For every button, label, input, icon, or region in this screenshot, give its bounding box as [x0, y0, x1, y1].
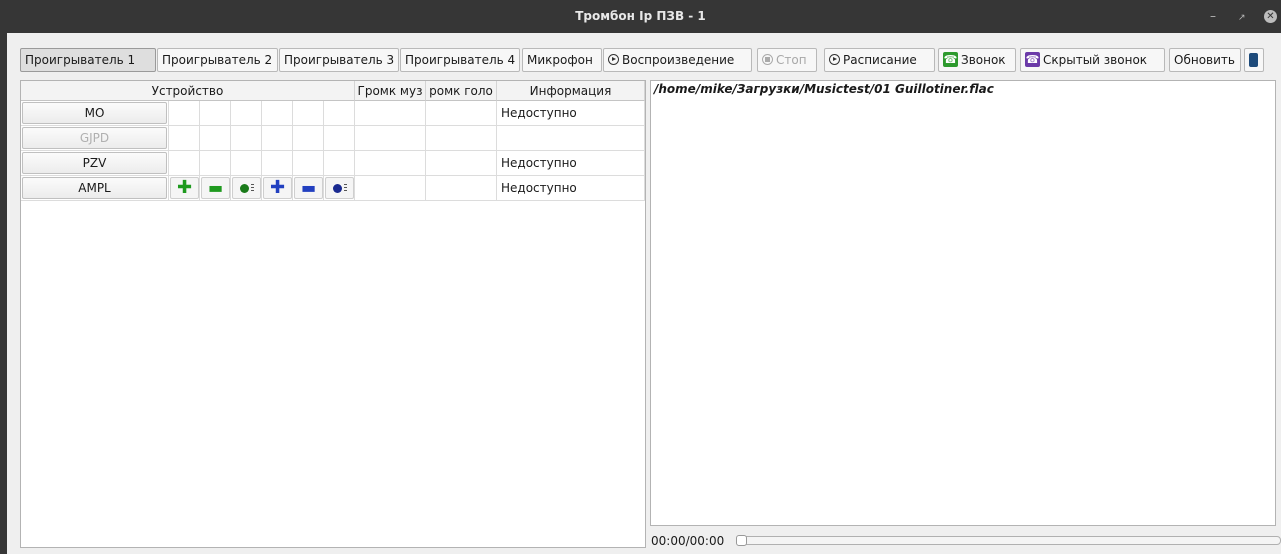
table-row: GJPD — [21, 126, 645, 151]
voice-volume-up-button[interactable]: ✚ — [263, 177, 292, 199]
device-button-gjpd: GJPD — [22, 127, 167, 149]
tab-player-2-label: Проигрыватель 2 — [162, 53, 273, 67]
voice-volume-down-button[interactable]: ▬ — [294, 177, 323, 199]
voice-volume-cell — [426, 151, 497, 175]
playlist-panel[interactable]: /home/mike/Загрузки/Musictest/01 Guillot… — [650, 80, 1276, 526]
tab-player-2[interactable]: Проигрыватель 2 — [157, 48, 278, 72]
column-header-voice-volume[interactable]: ромк голо — [426, 81, 497, 101]
device-button-pzv[interactable]: PZV — [22, 152, 167, 174]
minus-blue-icon: ▬ — [300, 178, 317, 197]
tab-player-4-label: Проигрыватель 4 — [405, 53, 516, 67]
music-level-bars-icon — [251, 184, 254, 193]
voice-volume-cell — [426, 176, 497, 200]
play-circle-icon — [608, 54, 619, 65]
table-row: PZV Недоступно — [21, 151, 645, 176]
plus-green-icon: ✚ — [176, 177, 193, 198]
plus-blue-icon: ✚ — [269, 177, 286, 198]
slider-handle[interactable] — [736, 535, 747, 546]
music-volume-cell — [355, 151, 426, 175]
hidden-phone-icon: ☎ — [1025, 52, 1040, 67]
music-volume-down-button[interactable]: ▬ — [201, 177, 230, 199]
stop-circle-icon — [762, 54, 773, 65]
microphone-label: Микрофон — [527, 53, 593, 67]
minimize-icon[interactable]: – — [1210, 10, 1216, 22]
window-border — [0, 33, 7, 554]
schedule-label: Расписание — [843, 53, 917, 67]
maximize-icon[interactable]: ↗ — [1238, 12, 1246, 24]
tab-player-1-label: Проигрыватель 1 — [25, 53, 136, 67]
call-button[interactable]: ☎ Звонок — [938, 48, 1016, 72]
mobile-phone-icon — [1249, 52, 1258, 67]
close-icon[interactable]: ✕ — [1264, 10, 1277, 23]
music-volume-cell — [355, 126, 426, 150]
tab-player-3-label: Проигрыватель 3 — [284, 53, 395, 67]
playback-progress-slider[interactable] — [736, 535, 1281, 546]
refresh-button[interactable]: Обновить — [1169, 48, 1241, 72]
music-volume-cell — [355, 101, 426, 125]
info-cell: Недоступно — [497, 151, 645, 175]
microphone-button[interactable]: Микрофон — [522, 48, 602, 72]
tab-player-4[interactable]: Проигрыватель 4 — [400, 48, 520, 72]
tab-player-3[interactable]: Проигрыватель 3 — [279, 48, 399, 72]
voice-volume-set-button[interactable] — [325, 177, 354, 199]
voice-volume-cell — [426, 126, 497, 150]
minus-green-icon: ▬ — [207, 178, 224, 197]
refresh-label: Обновить — [1174, 53, 1235, 67]
column-header-info[interactable]: Информация — [497, 81, 645, 101]
device-table: Устройство Громк муз ромк голо Информаци… — [20, 80, 646, 548]
schedule-play-icon — [829, 54, 840, 65]
playback-button[interactable]: Воспроизведение — [603, 48, 752, 72]
music-volume-cell — [355, 176, 426, 200]
voice-level-dot-icon — [333, 184, 342, 193]
music-level-dot-icon — [240, 184, 249, 193]
hidden-call-button[interactable]: ☎ Скрытый звонок — [1020, 48, 1165, 72]
table-row: AMPL ✚ ▬ ✚ ▬ Недоступно — [21, 176, 645, 201]
title-bar: Тромбон Ip ПЗВ - 1 – ↗ ✕ — [0, 0, 1281, 33]
device-button-mo[interactable]: MO — [22, 102, 167, 124]
voice-volume-cell — [426, 101, 497, 125]
info-cell — [497, 126, 645, 150]
info-cell: Недоступно — [497, 101, 645, 125]
voice-level-bars-icon — [344, 184, 347, 193]
music-volume-set-button[interactable] — [232, 177, 261, 199]
window-title: Тромбон Ip ПЗВ - 1 — [575, 9, 706, 23]
info-cell: Недоступно — [497, 176, 645, 200]
table-row: MO Недоступно — [21, 101, 645, 126]
stop-label: Стоп — [776, 53, 807, 67]
call-label: Звонок — [961, 53, 1006, 67]
file-path-item[interactable]: /home/mike/Загрузки/Musictest/01 Guillot… — [654, 82, 994, 96]
mobile-button[interactable] — [1244, 48, 1264, 72]
music-volume-up-button[interactable]: ✚ — [170, 177, 199, 199]
playback-time: 00:00/00:00 — [651, 534, 725, 548]
schedule-button[interactable]: Расписание — [824, 48, 935, 72]
tab-player-1[interactable]: Проигрыватель 1 — [20, 48, 156, 72]
hidden-call-label: Скрытый звонок — [1043, 53, 1148, 67]
stop-button[interactable]: Стоп — [757, 48, 817, 72]
device-button-ampl[interactable]: AMPL — [22, 177, 167, 199]
phone-icon: ☎ — [943, 52, 958, 67]
column-header-music-volume[interactable]: Громк муз — [355, 81, 426, 101]
playback-label: Воспроизведение — [622, 53, 735, 67]
column-header-device[interactable]: Устройство — [21, 81, 355, 101]
